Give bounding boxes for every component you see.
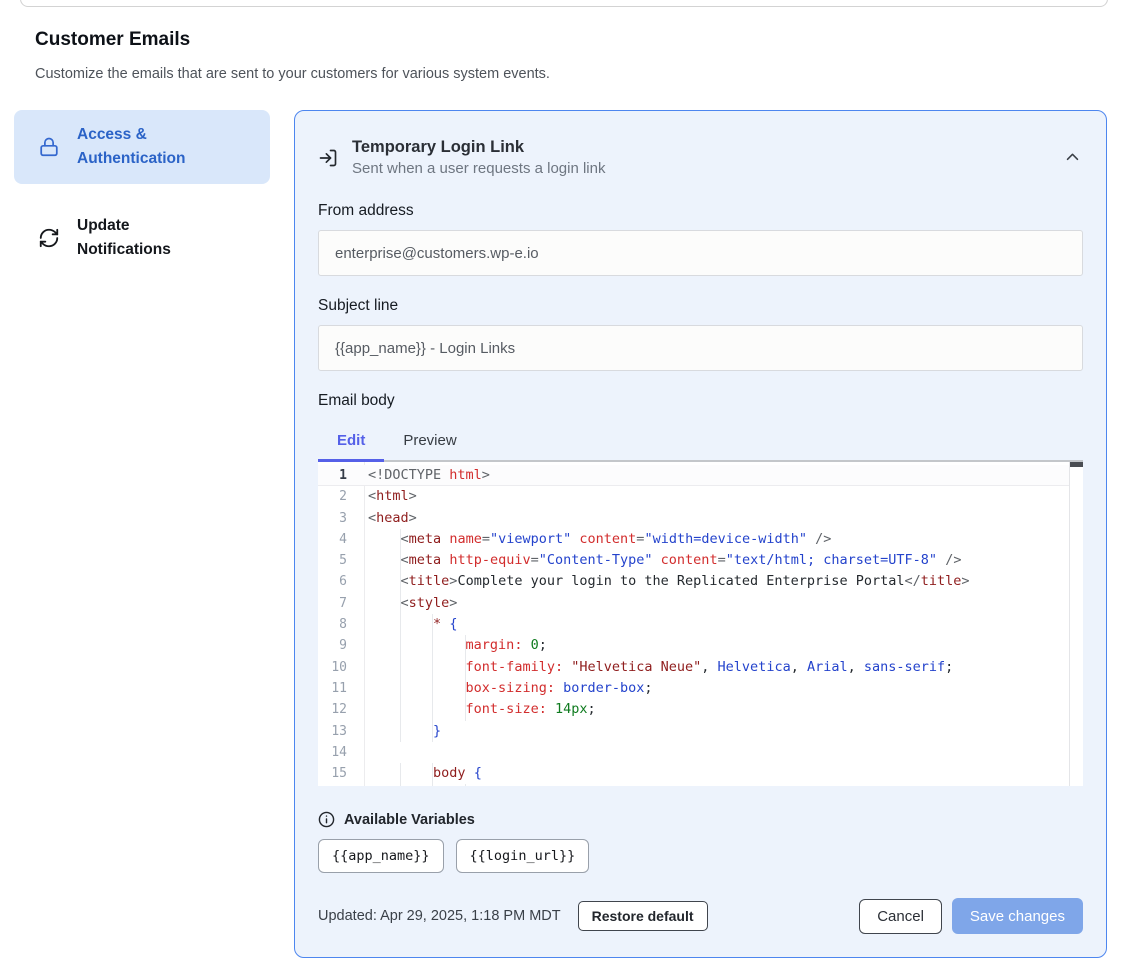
available-variables-header: Available Variables	[318, 811, 1083, 828]
page-subtitle: Customize the emails that are sent to yo…	[35, 66, 550, 82]
line-number: 6	[318, 571, 364, 592]
line-number: 8	[318, 614, 364, 635]
code-line: 5 <meta http-equiv="Content-Type" conten…	[318, 550, 1069, 571]
template-subtitle: Sent when a user requests a login link	[352, 160, 1062, 177]
variable-chip[interactable]: {{login_url}}	[456, 839, 590, 873]
from-address-input[interactable]	[318, 230, 1083, 276]
code-line: 16 background-color: #f8f8f8;	[318, 784, 1069, 786]
sidebar-item-label: Access & Authentication	[77, 123, 227, 171]
line-number: 3	[318, 508, 364, 529]
lock-icon	[38, 136, 60, 158]
line-number: 14	[318, 742, 364, 763]
chevron-up-icon	[1064, 149, 1081, 166]
sidebar-item-label: Update Notifications	[77, 214, 227, 262]
page-title: Customer Emails	[35, 29, 190, 51]
info-icon	[318, 811, 335, 828]
line-number: 10	[318, 657, 364, 678]
code-line: 12 font-size: 14px;	[318, 699, 1069, 720]
customer-emails-page: Customer Emails Customize the emails tha…	[0, 0, 1128, 980]
code-line: 3<head>	[318, 508, 1069, 529]
editor-scrollbar-track[interactable]	[1069, 462, 1083, 786]
code-line: 7 <style>	[318, 593, 1069, 614]
code-line: 11 box-sizing: border-box;	[318, 678, 1069, 699]
line-number: 7	[318, 593, 364, 614]
subject-line-input[interactable]	[318, 325, 1083, 371]
line-number: 16	[318, 784, 364, 786]
cancel-button[interactable]: Cancel	[859, 899, 942, 934]
line-number: 1	[318, 465, 364, 486]
updated-timestamp: Updated: Apr 29, 2025, 1:18 PM MDT	[318, 908, 561, 924]
email-settings-panel: Temporary Login Link Sent when a user re…	[294, 110, 1107, 958]
tab-preview[interactable]: Preview	[384, 423, 475, 460]
save-changes-button[interactable]: Save changes	[952, 898, 1083, 934]
editor-lines: 1<!DOCTYPE html>2<html>3<head>4 <meta na…	[318, 465, 1069, 786]
variable-chips: {{app_name}} {{login_url}}	[318, 839, 1083, 873]
from-address-label: From address	[318, 202, 1083, 220]
log-in-icon	[318, 148, 338, 168]
line-number: 11	[318, 678, 364, 699]
subject-line-label: Subject line	[318, 297, 1083, 315]
panel-footer: Updated: Apr 29, 2025, 1:18 PM MDT Resto…	[318, 898, 1083, 934]
code-line: 15 body {	[318, 763, 1069, 784]
code-editor[interactable]: 1<!DOCTYPE html>2<html>3<head>4 <meta na…	[318, 460, 1083, 786]
line-number: 12	[318, 699, 364, 720]
code-line: 8 * {	[318, 614, 1069, 635]
sidebar: Access & Authentication Update Notificat…	[14, 110, 270, 273]
available-variables-label: Available Variables	[344, 812, 475, 828]
line-number: 2	[318, 486, 364, 507]
editor-scrollbar-thumb[interactable]	[1070, 462, 1083, 467]
code-line: 10 font-family: "Helvetica Neue", Helvet…	[318, 657, 1069, 678]
line-number: 15	[318, 763, 364, 784]
sidebar-item-update-notifications[interactable]: Update Notifications	[14, 203, 270, 273]
code-line: 14	[318, 742, 1069, 763]
code-line: 2<html>	[318, 486, 1069, 507]
line-number: 9	[318, 635, 364, 656]
tab-edit[interactable]: Edit	[318, 423, 384, 460]
sidebar-item-access-authentication[interactable]: Access & Authentication	[14, 110, 270, 184]
variable-chip[interactable]: {{app_name}}	[318, 839, 444, 873]
code-line: 13 }	[318, 721, 1069, 742]
line-number: 13	[318, 721, 364, 742]
refresh-icon	[38, 227, 60, 249]
code-line: 9 margin: 0;	[318, 635, 1069, 656]
email-body-label: Email body	[318, 392, 1083, 410]
code-line: 6 <title>Complete your login to the Repl…	[318, 571, 1069, 592]
email-body-tabs: Edit Preview	[318, 423, 1083, 460]
collapse-button[interactable]	[1062, 147, 1083, 168]
restore-default-button[interactable]: Restore default	[578, 901, 708, 931]
template-title: Temporary Login Link	[352, 138, 1062, 157]
code-line: 1<!DOCTYPE html>	[318, 465, 1069, 486]
previous-card-bottom-edge	[20, 0, 1108, 7]
line-number: 4	[318, 529, 364, 550]
panel-header: Temporary Login Link Sent when a user re…	[318, 138, 1083, 177]
line-number: 5	[318, 550, 364, 571]
code-line: 4 <meta name="viewport" content="width=d…	[318, 529, 1069, 550]
